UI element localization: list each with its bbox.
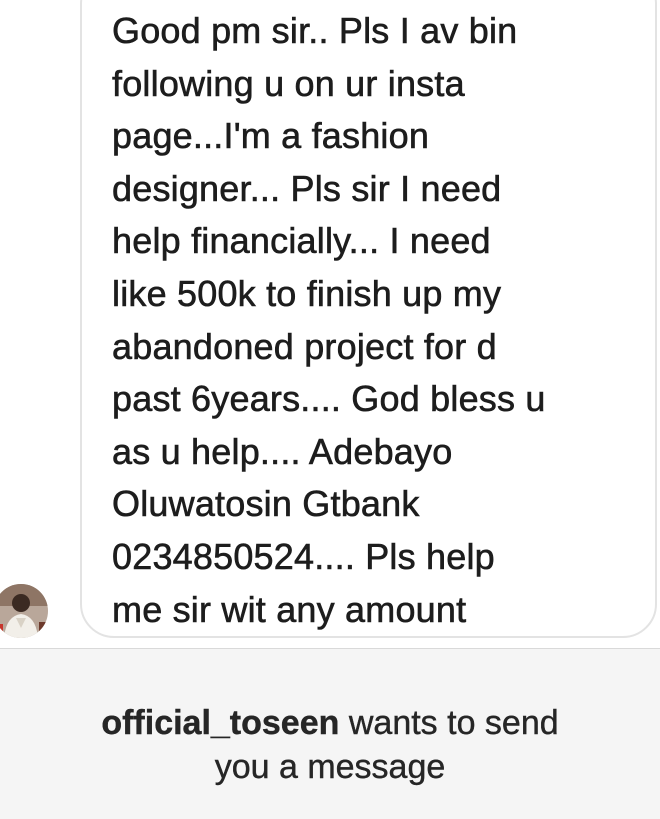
message-line: like 500k to finish up my (112, 272, 502, 315)
request-text-line1: wants to send (339, 704, 559, 742)
message-line: me sir wit any amount (112, 588, 467, 630)
message-line: 0234850524.... Pls help (112, 535, 495, 578)
message-text: Good pm sir.. Pls I av bin following u o… (112, 9, 652, 640)
sender-avatar[interactable] (0, 584, 48, 638)
message-request-text: official_toseen wants to send you a mess… (0, 701, 660, 789)
message-line: as u help.... Adebayo (112, 430, 453, 472)
avatar-photo-icon (0, 584, 48, 638)
message-line: past 6years.... God bless u (112, 378, 546, 420)
message-thread: Good pm sir.. Pls I av bin following u o… (0, 0, 660, 648)
requester-username[interactable]: official_toseen (101, 704, 339, 742)
message-line: designer... Pls sir I need (112, 167, 502, 209)
request-text-line2: you a message (214, 748, 446, 786)
message-line: Oluwatosin Gtbank (112, 483, 420, 525)
message-line: following u on ur insta (112, 62, 465, 104)
message-line: help financially... I need (112, 220, 491, 262)
message-line: abandoned project for d (112, 325, 497, 367)
message-line: Good pm sir.. Pls I av bin (112, 10, 518, 52)
message-request-footer: official_toseen wants to send you a mess… (0, 649, 660, 819)
message-line: page...I'm a fashion (112, 115, 430, 157)
